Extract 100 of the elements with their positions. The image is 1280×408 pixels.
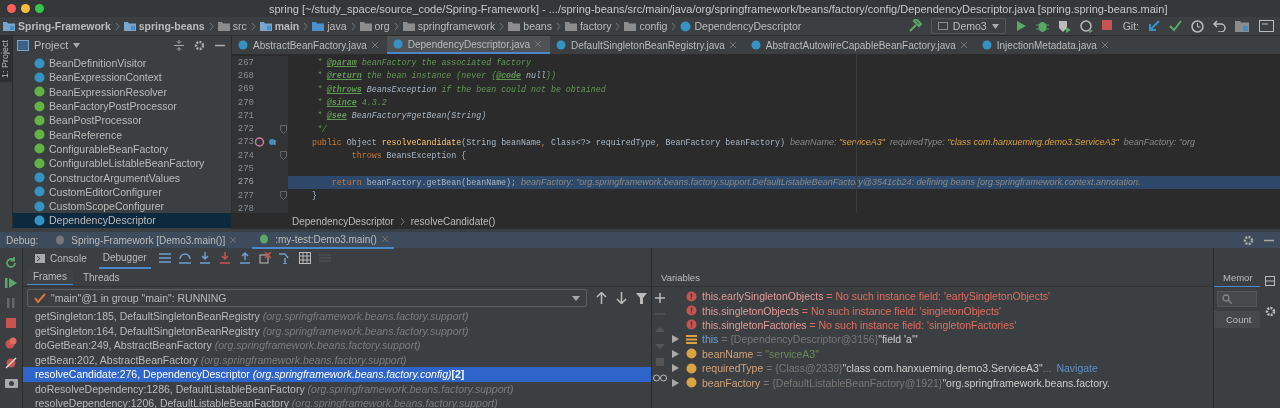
navigation-crumb[interactable]: src (217, 20, 247, 32)
minimize-window-button[interactable] (21, 4, 30, 13)
variable-entry[interactable]: this = {DependencyDescriptor@3156}"field 'a'" (702, 333, 918, 346)
checkmark-icon[interactable] (1169, 20, 1182, 32)
fold-icon[interactable] (280, 151, 287, 161)
editor-tab[interactable]: AbstractBeanFactory.java (232, 36, 387, 54)
settings-icon[interactable] (1264, 306, 1276, 317)
stack-frame[interactable]: resolveCandidate:276, DependencyDescriptor (org.springframework.beans.factory.config)[2] (23, 367, 651, 382)
resume-icon[interactable] (5, 277, 17, 289)
project-tree-item[interactable]: ConfigurableBeanFactory (13, 141, 231, 157)
collapse-icon[interactable] (174, 39, 184, 51)
project-tree-item[interactable]: BeanPostProcessor (13, 113, 231, 128)
drop-frame-icon[interactable] (258, 252, 271, 264)
undo-icon[interactable] (1213, 20, 1226, 32)
zoom-window-button[interactable] (35, 4, 44, 13)
step-into-icon[interactable] (198, 252, 211, 264)
navigation-crumb[interactable]: Spring-Framework (3, 20, 111, 32)
memory-tab[interactable]: Memor (1214, 271, 1253, 283)
navigation-crumb[interactable]: factory (564, 20, 612, 32)
navigation-crumb[interactable]: springframework (402, 20, 496, 32)
close-icon[interactable] (381, 236, 388, 242)
coverage-icon[interactable] (1057, 19, 1071, 33)
navigation-crumb[interactable]: beans (508, 20, 552, 32)
run-configuration-dropdown[interactable]: Demo3 (930, 18, 1006, 34)
run-icon[interactable] (1014, 20, 1027, 32)
project-tree-item[interactable]: ConstructorArgumentValues (13, 170, 231, 185)
history-icon[interactable] (1191, 19, 1204, 33)
stack-frame[interactable]: getBean:202, AbstractBeanFactory (org.springframework.beans.factory.support) (23, 352, 651, 367)
down-arrow-icon[interactable] (616, 292, 627, 304)
editor-tab[interactable]: DependencyDescriptor.java (386, 36, 551, 54)
settings-icon[interactable] (1243, 234, 1254, 246)
step-over-icon[interactable] (178, 252, 191, 264)
navigation-crumb[interactable]: DependencyDescriptor (680, 20, 802, 32)
menu-icon[interactable] (158, 253, 171, 263)
fold-icon[interactable] (280, 124, 287, 134)
search-field[interactable] (1217, 291, 1257, 307)
breakpoints-icon[interactable] (5, 337, 17, 349)
glasses-icon[interactable] (653, 373, 667, 383)
variable-entry[interactable]: this.earlySingletonObjects = No such instance field: 'earlySingletonObjects' (702, 290, 1051, 303)
rerun-icon[interactable] (5, 257, 17, 269)
project-view-dropdown[interactable]: Project (17, 39, 81, 51)
terminal-window-icon[interactable] (1259, 20, 1274, 32)
project-tree-item[interactable]: BeanExpressionContext (13, 70, 231, 85)
force-step-into-icon[interactable] (218, 252, 231, 264)
close-icon[interactable] (371, 42, 378, 48)
filter-icon[interactable] (636, 292, 647, 304)
stack-frame[interactable]: doResolveDependency:1286, DefaultListableBeanFactory (org.springframework.beans.factory.support) (23, 381, 651, 396)
step-out-icon[interactable] (238, 252, 251, 264)
stack-frame[interactable]: doGetBean:249, AbstractBeanFactory (org.springframework.beans.factory.support) (23, 338, 651, 353)
project-tree-item[interactable]: CustomEditorConfigurer (13, 184, 231, 199)
project-tool-tab[interactable]: 1: Project (0, 36, 12, 83)
project-tree-item[interactable]: DependencyDescriptor (13, 213, 231, 228)
project-tree-item[interactable]: BeanFactoryPostProcessor (13, 98, 231, 114)
frames-tab[interactable]: Threads (76, 269, 126, 285)
up-arrow-icon[interactable] (596, 292, 607, 304)
close-icon[interactable] (729, 42, 736, 48)
navigation-crumb[interactable]: config (624, 20, 668, 32)
navigation-crumb[interactable]: spring-beans (123, 20, 205, 32)
run-to-cursor-icon[interactable] (278, 252, 291, 264)
stop-icon[interactable] (5, 317, 17, 329)
project-structure-icon[interactable] (1235, 20, 1250, 32)
variable-entry[interactable]: this.singletonObjects = No such instance field: 'singletonObjects' (702, 304, 1002, 317)
camera-icon[interactable] (4, 377, 18, 388)
layout-icon[interactable] (1265, 276, 1275, 286)
navigation-crumb[interactable]: main (259, 20, 300, 32)
fold-icon[interactable] (280, 191, 287, 201)
profiler-icon[interactable] (1079, 19, 1093, 33)
breadcrumb[interactable]: resolveCandidate() (410, 215, 496, 227)
column-header[interactable]: Count (1214, 311, 1260, 328)
stack-frame[interactable]: getSingleton:185, DefaultSingletonBeanRegistry (org.springframework.beans.factory.support) (23, 309, 651, 324)
variable-entry[interactable]: beanFactory = {DefaultListableBeanFactory@1921}"org.springframework.beans.factory. (702, 376, 1110, 389)
breadcrumb[interactable]: DependencyDescriptor (292, 215, 394, 227)
update-arrow-icon[interactable] (1148, 20, 1160, 32)
mute-breakpoints-icon[interactable] (5, 357, 17, 369)
project-tree-item[interactable]: ConfigurableListableBeanFactory (13, 156, 231, 171)
navigation-crumb[interactable]: java (312, 20, 347, 32)
variable-entry[interactable]: requiredType = {Class@2339}"class com.hanxueming.demo3.ServiceA3"... (702, 362, 1052, 375)
debug-session-tab[interactable]: Spring-Framework [Demo3.main()] (48, 232, 243, 248)
settings-icon[interactable] (194, 39, 205, 51)
debugger-tab[interactable]: Console (31, 248, 91, 268)
close-icon[interactable] (1101, 42, 1108, 48)
project-tree-item[interactable]: BeanExpressionResolver (13, 84, 231, 99)
debug-session-tab[interactable]: :my-test:Demo3.main() (252, 231, 394, 249)
navigate-link[interactable]: Navigate (1056, 362, 1098, 375)
variable-entry[interactable]: this.singletonFactories = No such instance field: 'singletonFactories' (702, 318, 1017, 331)
editor-tab[interactable]: AbstractAutowireCapableBeanFactory.java (744, 36, 976, 54)
close-icon[interactable] (960, 42, 967, 48)
navigation-crumb[interactable]: org (359, 20, 390, 32)
close-window-button[interactable] (7, 4, 16, 13)
hammer-icon[interactable] (907, 19, 922, 33)
variable-entry[interactable]: beanName = "serviceA3" (702, 347, 819, 360)
close-icon[interactable] (230, 237, 237, 243)
add-icon[interactable] (655, 293, 665, 303)
method-marker-icon[interactable] (255, 137, 279, 148)
thread-dropdown[interactable]: "main"@1 in group "main": RUNNING (27, 289, 587, 307)
stop-icon[interactable] (1101, 20, 1114, 32)
project-tree-item[interactable]: BeanReference (13, 127, 231, 142)
project-tree-item[interactable]: CustomScopeConfigurer (13, 198, 231, 214)
bug-icon[interactable] (1035, 19, 1049, 33)
editor-tab[interactable]: DefaultSingletonBeanRegistry.java (550, 36, 745, 54)
